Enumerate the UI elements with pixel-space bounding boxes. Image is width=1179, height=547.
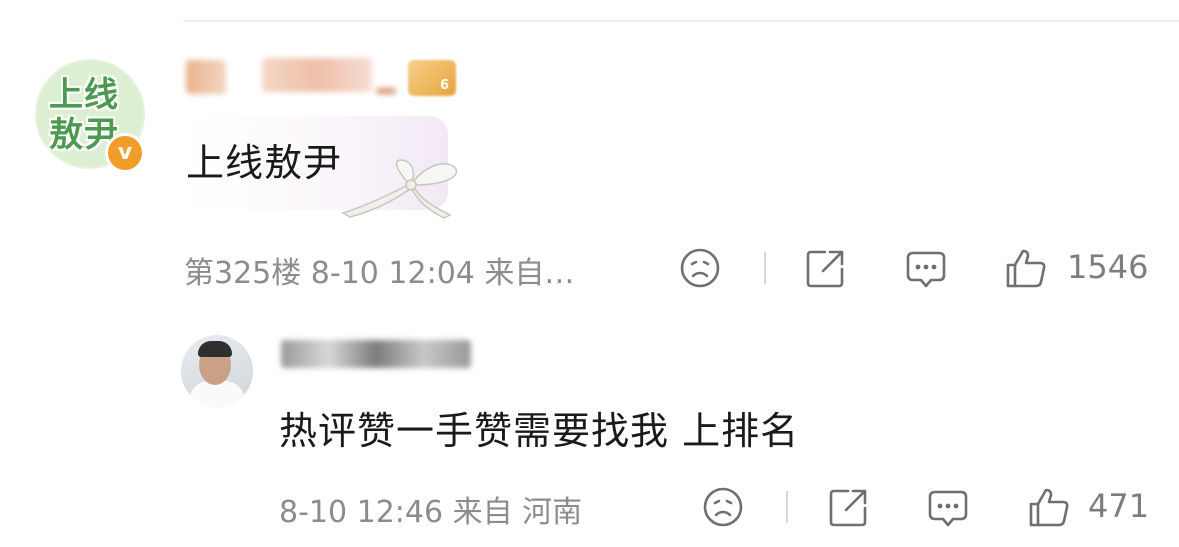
avatar-hair (198, 341, 232, 357)
comment-icon[interactable] (905, 247, 947, 289)
top-divider (183, 20, 1179, 22)
like-count: 1546 (1067, 248, 1149, 286)
sad-face-icon[interactable] (702, 486, 744, 528)
share-icon[interactable] (828, 486, 870, 528)
comment-icon[interactable] (927, 486, 969, 528)
username-blurred (376, 88, 396, 94)
thumbs-up-icon[interactable] (1028, 486, 1070, 528)
ribbon-decoration-icon (341, 159, 458, 219)
reply-meta: 8-10 12:46 来自 河南 (279, 495, 583, 530)
thumbs-up-icon[interactable] (1005, 247, 1047, 289)
comment-text: 上线敖尹 (186, 141, 343, 185)
username-blurred[interactable] (262, 58, 372, 92)
comment-meta: 第325楼 8-10 12:04 来自… (184, 256, 575, 291)
reply-text: 热评赞一手赞需要找我 上排名 (279, 409, 800, 453)
reply-username-blurred[interactable] (281, 340, 471, 368)
sad-face-icon[interactable] (679, 247, 721, 289)
verified-badge: v (105, 133, 145, 173)
share-icon[interactable] (805, 247, 847, 289)
level-number: 6 (440, 78, 450, 93)
avatar-shirt (189, 381, 245, 407)
action-separator (786, 491, 788, 523)
username-blurred[interactable] (186, 60, 226, 94)
reply-avatar[interactable] (181, 335, 253, 407)
like-count: 471 (1088, 487, 1150, 525)
action-separator (764, 252, 766, 284)
